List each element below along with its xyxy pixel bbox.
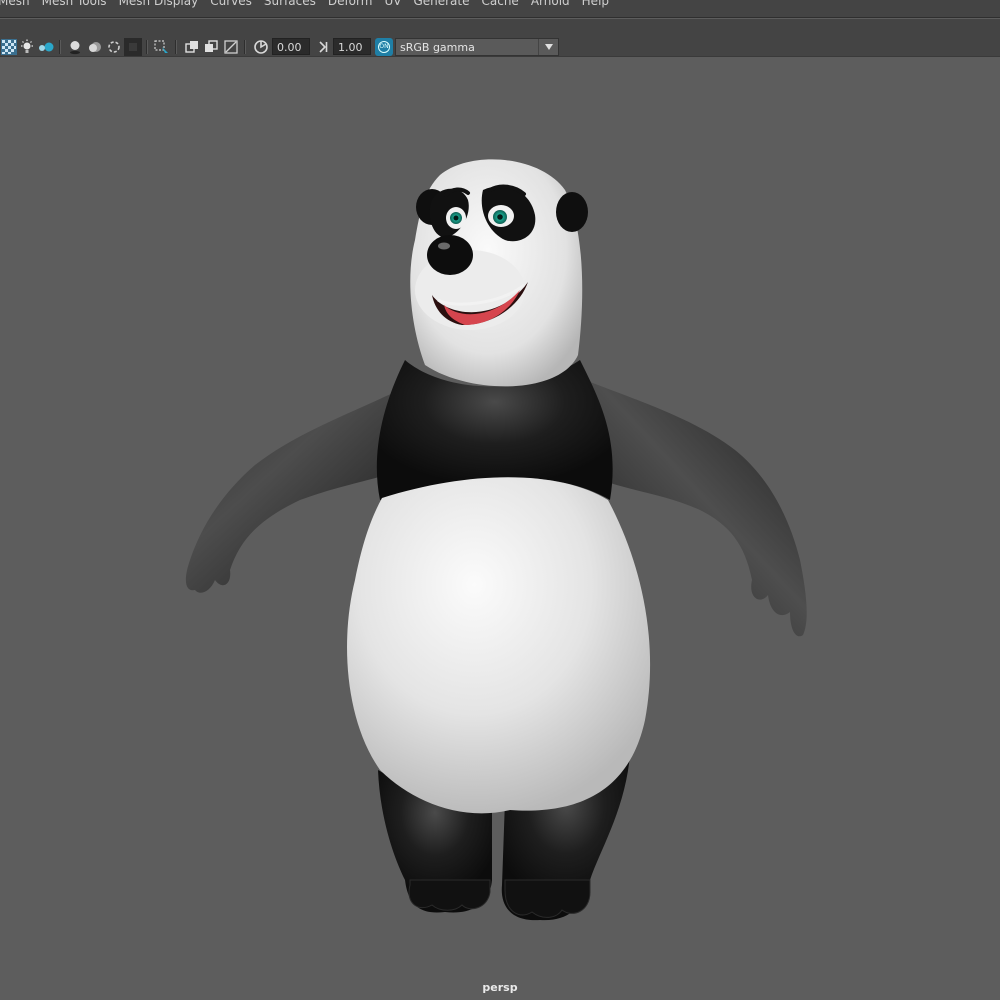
exposure-icon[interactable] bbox=[252, 38, 270, 56]
gamma-icon[interactable] bbox=[314, 38, 332, 56]
gamma-field[interactable]: 1.00 bbox=[333, 38, 371, 55]
toolbar-separator bbox=[59, 40, 61, 54]
camera-icon[interactable] bbox=[222, 38, 240, 56]
maya-window: Mesh Mesh Tools Mesh Display Curves Surf… bbox=[0, 0, 1000, 1000]
belly bbox=[347, 477, 651, 814]
light-icon[interactable] bbox=[18, 38, 36, 56]
frame-icon[interactable] bbox=[183, 38, 201, 56]
nose bbox=[427, 235, 473, 275]
right-ear bbox=[556, 192, 588, 232]
isolate-icon[interactable] bbox=[153, 38, 171, 56]
chevron-down-icon[interactable] bbox=[538, 39, 558, 55]
ao-icon[interactable] bbox=[37, 38, 55, 56]
camera-label: persp bbox=[482, 981, 518, 994]
grid-icon[interactable] bbox=[202, 38, 220, 56]
panda-model[interactable] bbox=[0, 57, 1000, 1000]
sphere-icon[interactable] bbox=[86, 38, 104, 56]
viewport-toolbar: 0.00 1.00 ON sRGB gamma bbox=[0, 0, 1000, 57]
color-management-toggle[interactable]: ON bbox=[375, 38, 393, 56]
exposure-field[interactable]: 0.00 bbox=[272, 38, 310, 55]
motion-blur-icon[interactable] bbox=[105, 38, 123, 56]
checker-icon[interactable] bbox=[0, 38, 18, 56]
color-space-select[interactable]: sRGB gamma bbox=[395, 38, 559, 56]
aa-icon[interactable] bbox=[124, 38, 142, 56]
shadow-icon[interactable] bbox=[66, 38, 84, 56]
color-space-value: sRGB gamma bbox=[400, 41, 475, 54]
toolbar-separator bbox=[175, 40, 177, 54]
color-management-badge: ON bbox=[378, 41, 390, 53]
toolbar-separator bbox=[244, 40, 246, 54]
toolbar-separator bbox=[146, 40, 148, 54]
